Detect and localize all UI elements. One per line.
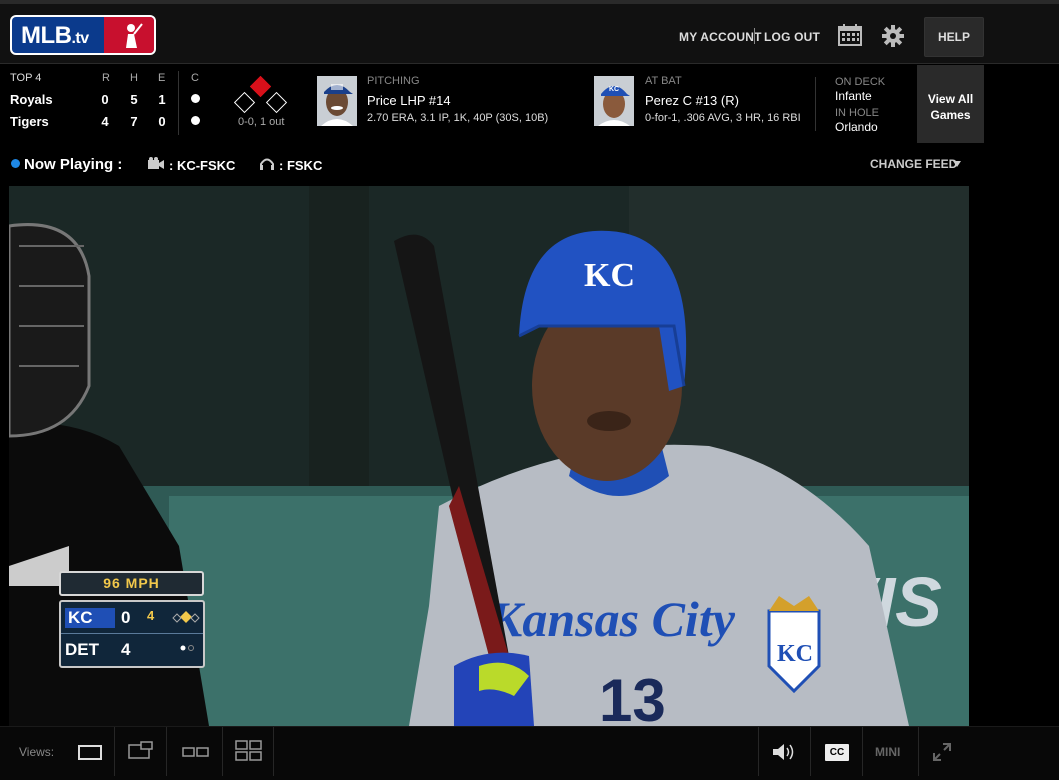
scorebug-home-team: DET — [65, 640, 99, 659]
scorebug-bases-icon — [172, 611, 200, 623]
picture-in-picture-icon[interactable] — [128, 741, 154, 759]
side-by-side-icon[interactable] — [182, 746, 210, 758]
away-hits: 5 — [130, 92, 138, 107]
scorebug-away-team: KC — [65, 608, 115, 628]
runs-header: R — [102, 72, 110, 84]
fullscreen-icon[interactable] — [933, 743, 951, 761]
scorebug-row-away: KC 0 4 — [61, 604, 203, 634]
logo-text: MLB.tv — [21, 22, 89, 49]
home-runs: 4 — [101, 114, 109, 129]
video-player[interactable]: VIS Kansas City 13 KC KC 96 MPH KC 0 4 D… — [9, 186, 969, 726]
batter-stats: 0-for-1, .306 AVG, 3 HR, 16 RBI — [645, 112, 801, 124]
pitcher-stats: 2.70 ERA, 3.1 IP, 1K, 40P (30S, 10B) — [367, 112, 549, 124]
home-errors: 0 — [158, 114, 166, 129]
scorebug-inning: 4 — [147, 608, 155, 623]
on-deck-divider — [815, 77, 816, 131]
volume-icon[interactable] — [771, 742, 797, 762]
count-outs: 0-0, 1 out — [238, 116, 285, 128]
batter-headshot: KC — [594, 76, 634, 126]
inning-label: TOP 4 — [10, 72, 42, 84]
in-hole-name: Orlando — [835, 120, 878, 134]
in-hole-label: IN HOLE — [835, 107, 880, 119]
on-deck-label: ON DECK — [835, 76, 886, 88]
views-label: Views: — [19, 745, 55, 759]
help-button[interactable]: HELP — [924, 17, 984, 57]
mlbtv-logo[interactable]: MLB.tv — [10, 15, 156, 55]
scorebug-home-runs: 4 — [121, 640, 131, 659]
hits-header: H — [130, 72, 138, 84]
view-divider — [273, 727, 274, 776]
home-hits: 7 — [130, 114, 138, 129]
view-divider — [166, 727, 167, 776]
away-challenge-dot — [191, 94, 200, 103]
controls-divider — [810, 727, 811, 776]
home-challenge-dot — [191, 116, 200, 125]
video-feed-label[interactable]: : KC-FSKC — [169, 158, 235, 173]
closed-captions-button[interactable]: CC — [825, 744, 849, 761]
player-controls: Views: CC MINI — [0, 726, 1059, 780]
away-errors: 1 — [158, 92, 166, 107]
first-base — [265, 91, 288, 114]
now-playing-label: Now Playing : — [24, 156, 123, 173]
single-view-icon[interactable] — [78, 744, 102, 760]
pitch-speed-overlay: 96 MPH — [59, 571, 204, 596]
view-all-line2: Games — [930, 108, 971, 122]
second-base — [249, 75, 272, 98]
jersey-number: 13 — [599, 667, 666, 726]
challenge-header: C — [191, 72, 199, 84]
live-dot-icon — [11, 159, 20, 168]
headphones-icon — [260, 158, 274, 170]
helmet-logo: KC — [584, 257, 635, 294]
top-bar: MLB.tv MY ACCOUNT LOG OUT HELP — [0, 0, 1059, 64]
view-divider — [114, 727, 115, 776]
scorebug-away-runs: 0 — [121, 608, 131, 627]
calendar-icon[interactable] — [838, 24, 862, 46]
pitcher-name: Price LHP #14 — [367, 93, 451, 108]
mini-player-button[interactable]: MINI — [875, 745, 900, 759]
gear-icon[interactable] — [881, 24, 905, 48]
view-all-games-button[interactable]: View All Games — [917, 65, 984, 143]
away-team-name: Royals — [10, 92, 53, 107]
errors-header: E — [158, 72, 166, 84]
audio-feed-label[interactable]: : FSKC — [279, 158, 322, 173]
at-bat-label: AT BAT — [645, 75, 682, 87]
log-out-link[interactable]: LOG OUT — [764, 30, 820, 44]
account-divider — [754, 28, 755, 44]
svg-text:KC: KC — [777, 641, 813, 667]
scorebug-outs-icon — [180, 645, 194, 651]
jersey-text: Kansas City — [488, 591, 736, 647]
svg-text:KC: KC — [609, 86, 619, 93]
home-team-name: Tigers — [10, 114, 49, 129]
pitching-label: PITCHING — [367, 75, 420, 87]
scoreboard: TOP 4 R H E C Royals 0 5 1 Tigers 4 7 0 … — [0, 65, 1059, 143]
change-feed-button[interactable]: CHANGE FEED — [870, 157, 957, 171]
controls-divider — [862, 727, 863, 776]
broadcast-scorebug: KC 0 4 DET 4 — [59, 600, 205, 668]
controls-divider — [918, 727, 919, 776]
chevron-down-icon[interactable] — [953, 161, 961, 167]
my-account-link[interactable]: MY ACCOUNT — [679, 30, 762, 44]
third-base — [233, 91, 256, 114]
scorebug-row-home: DET 4 — [61, 636, 203, 666]
view-all-line1: View All — [927, 92, 974, 106]
score-divider — [178, 71, 179, 135]
pitcher-headshot — [317, 76, 357, 126]
logo-background: MLB.tv — [12, 17, 154, 53]
view-divider — [222, 727, 223, 776]
now-playing-bar: Now Playing : : KC-FSKC : FSKC CHANGE FE… — [0, 143, 1059, 185]
batter-name: Perez C #13 (R) — [645, 93, 739, 108]
batter-silhouette-icon — [126, 23, 143, 48]
on-deck-name: Infante — [835, 89, 872, 103]
quad-view-icon[interactable] — [235, 740, 263, 762]
video-camera-icon — [148, 157, 164, 169]
away-runs: 0 — [101, 92, 109, 107]
controls-divider — [758, 727, 759, 776]
